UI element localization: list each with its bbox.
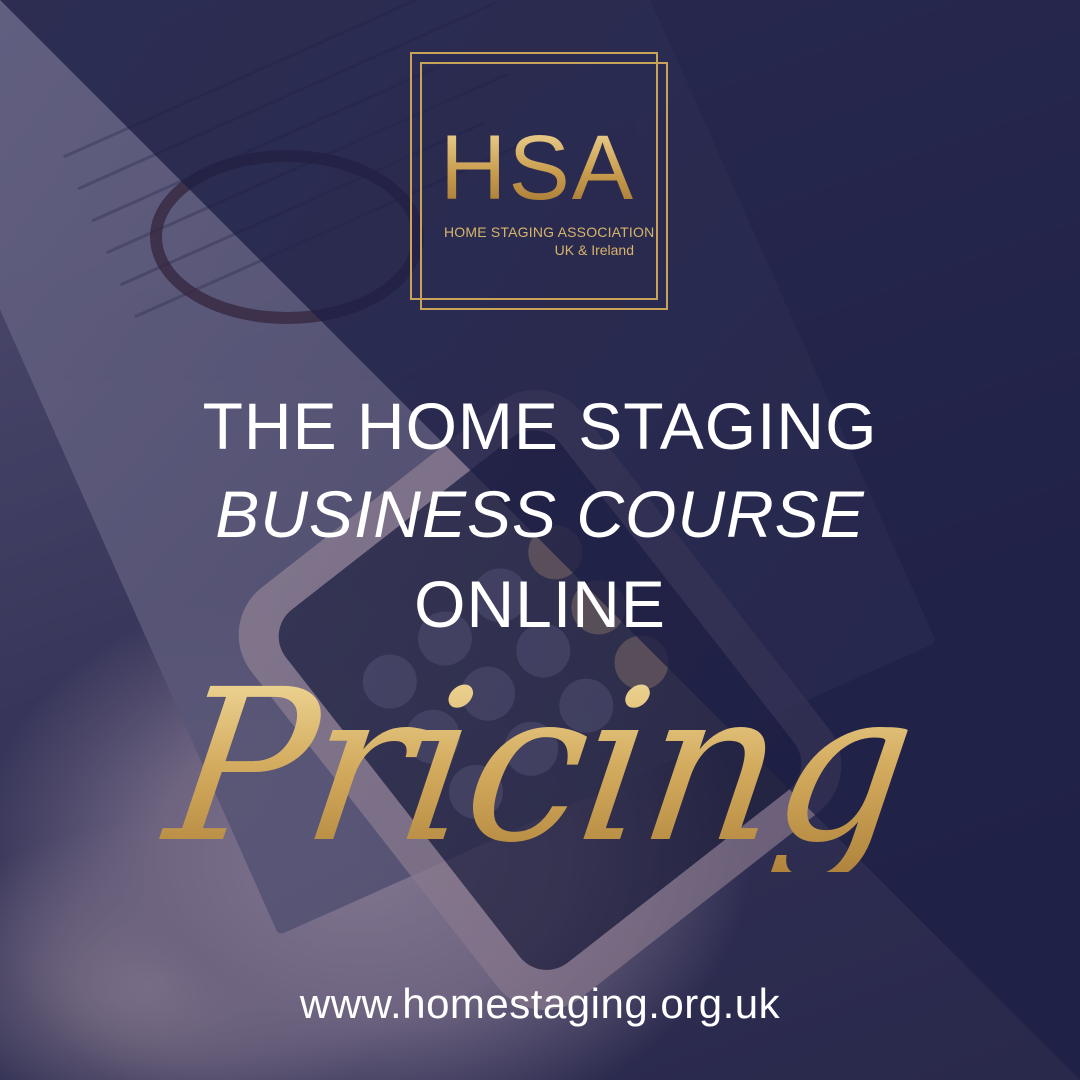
hsa-logo: HSA HOME STAGING ASSOCIATION UK & Irelan… [410,52,670,312]
headline-line-1: THE HOME STAGING [202,389,878,463]
promo-graphic: HSA HOME STAGING ASSOCIATION UK & Irelan… [0,0,1080,1080]
headline-line-3: ONLINE [414,567,666,641]
logo-region: UK & Ireland [554,242,634,258]
website-url: www.homestaging.org.uk [299,980,781,1027]
pricing-script-title: Pricing [0,644,1080,889]
logo-mark: HSA [440,117,636,219]
logo-organization: HOME STAGING ASSOCIATION [444,224,655,240]
headline-line-2: BUSINESS COURSE [215,477,865,551]
